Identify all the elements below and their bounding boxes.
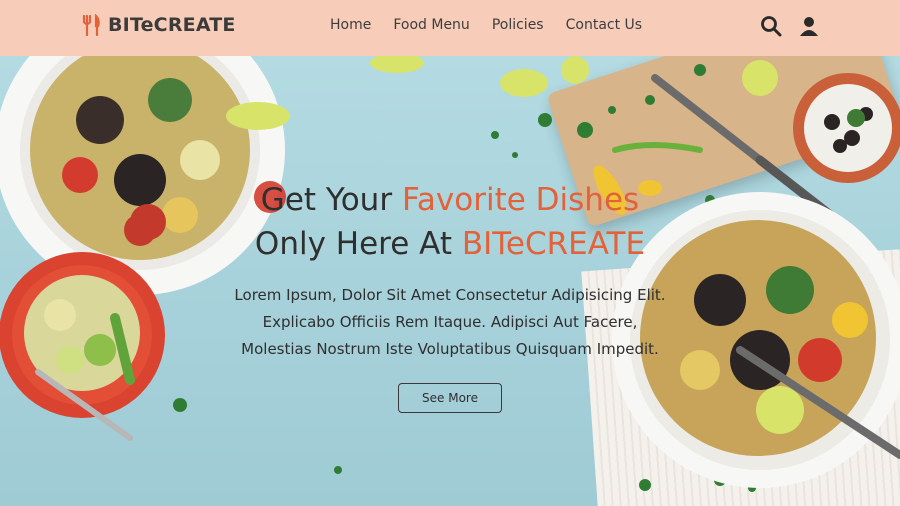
hero-section: Get Your Favorite Dishes Only Here At BI… bbox=[0, 178, 900, 413]
nav-link-policies[interactable]: Policies bbox=[492, 17, 544, 33]
nav-link-home[interactable]: Home bbox=[330, 17, 371, 33]
nav-actions bbox=[760, 15, 820, 37]
user-icon[interactable] bbox=[798, 15, 820, 37]
hero-paragraph-line: Explicabo Officiis Rem Itaque. Adipisci … bbox=[262, 313, 638, 331]
brand-name: BITeCREATE bbox=[108, 14, 236, 36]
main-menu: Home Food Menu Policies Contact Us bbox=[330, 17, 642, 33]
nav-link-contact-us[interactable]: Contact Us bbox=[566, 17, 642, 33]
fork-knife-icon bbox=[82, 14, 100, 36]
nav-link-food-menu[interactable]: Food Menu bbox=[393, 17, 469, 33]
hero-line2-plain: Only Here At bbox=[254, 226, 462, 262]
hero-line1-accent: Favorite Dishes bbox=[401, 182, 640, 218]
hero-paragraph: Lorem Ipsum, Dolor Sit Amet Consectetur … bbox=[0, 282, 900, 363]
hero-line2-accent: BITeCREATE bbox=[461, 226, 646, 262]
hero-line1-plain: Get Your bbox=[260, 182, 402, 218]
top-navbar: BITeCREATE Home Food Menu Policies Conta… bbox=[0, 0, 900, 56]
bowl-olives bbox=[793, 73, 900, 183]
brand-logo[interactable]: BITeCREATE bbox=[80, 14, 236, 36]
hero-paragraph-line: Lorem Ipsum, Dolor Sit Amet Consectetur … bbox=[234, 286, 666, 304]
hero-paragraph-line: Molestias Nostrum Iste Voluptatibus Quis… bbox=[241, 340, 659, 358]
search-icon[interactable] bbox=[760, 15, 782, 37]
see-more-button[interactable]: See More bbox=[398, 383, 502, 413]
hero-heading: Get Your Favorite Dishes Only Here At BI… bbox=[0, 178, 900, 266]
